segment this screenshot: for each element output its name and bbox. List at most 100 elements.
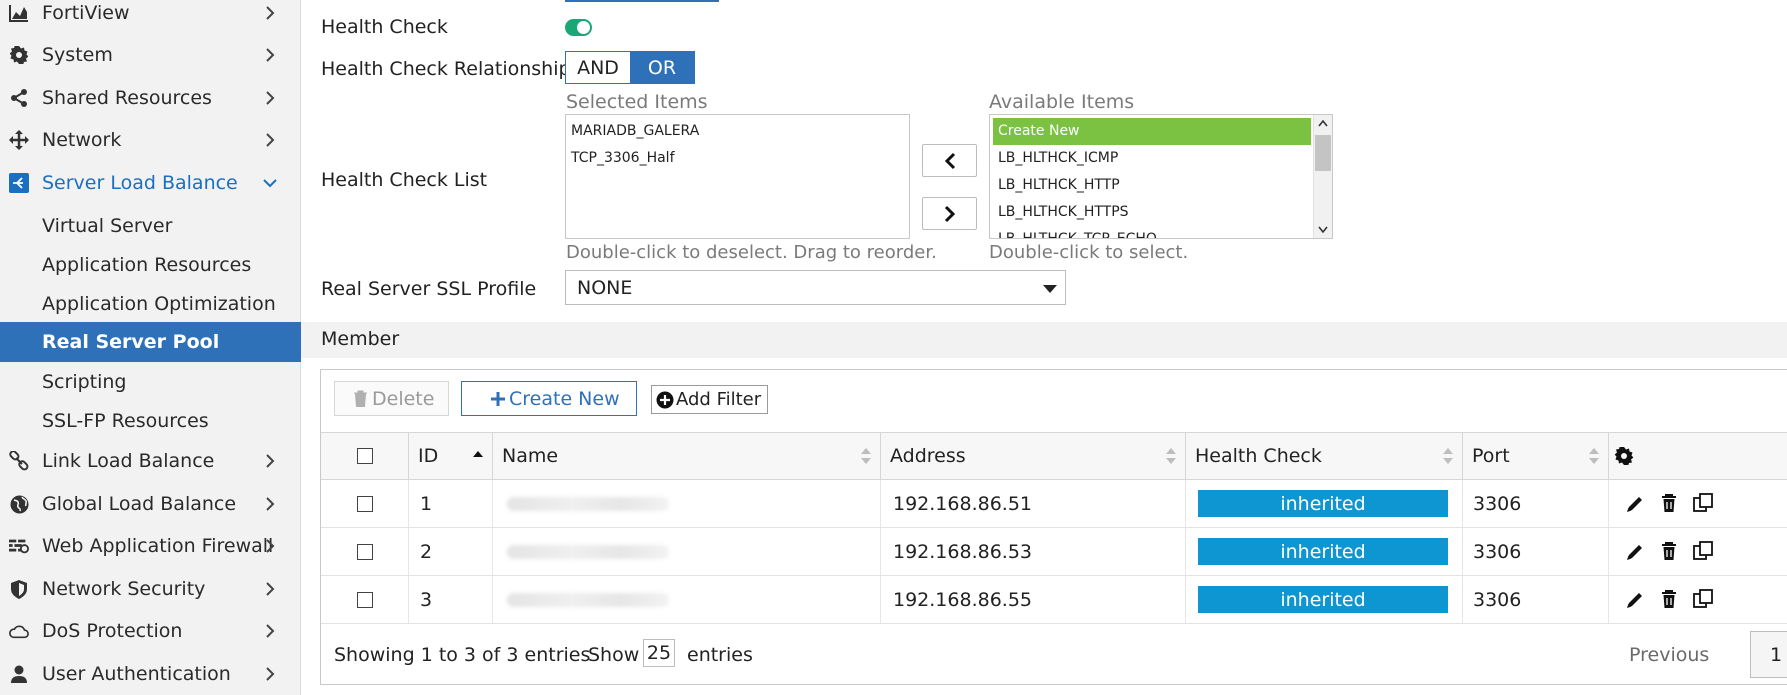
sidebar-item-link-load-balance[interactable]: Link Load Balance <box>0 440 301 482</box>
chevron-right-icon <box>266 624 275 638</box>
list-item[interactable]: TCP_3306_Half <box>566 145 909 172</box>
row-actions <box>1609 528 1787 575</box>
row-checkbox[interactable] <box>357 543 373 560</box>
sidebar-item-application-resources[interactable]: Application Resources <box>0 245 301 284</box>
sidebar-item-network-security[interactable]: Network Security <box>0 568 301 610</box>
add-filter-button[interactable]: Add Filter <box>651 385 768 414</box>
column-header-port[interactable]: Port <box>1463 433 1609 479</box>
list-scrollbar[interactable] <box>1313 115 1332 238</box>
share-icon <box>9 88 29 108</box>
page-1-button[interactable]: 1 <box>1750 631 1787 678</box>
column-header-id[interactable]: ID <box>409 433 493 479</box>
sidebar-item-fortiview[interactable]: FortiView <box>0 0 301 34</box>
row-actions <box>1609 480 1787 527</box>
delete-button[interactable]: Delete <box>334 381 449 416</box>
sidebar-item-label: Application Optimization <box>42 292 276 315</box>
row-port: 3306 <box>1463 480 1609 527</box>
list-item[interactable]: MARIADB_GALERA <box>566 118 909 145</box>
select-all-checkbox[interactable] <box>357 448 373 464</box>
chevron-right-icon <box>266 91 275 105</box>
sidebar-item-label: Network Security <box>42 578 206 600</box>
trash-icon <box>354 390 367 407</box>
sidebar-item-ssl-fp-resources[interactable]: SSL-FP Resources <box>0 401 301 440</box>
selected-items-list[interactable]: MARIADB_GALERA TCP_3306_Half <box>565 114 910 239</box>
row-checkbox[interactable] <box>357 591 373 608</box>
sidebar-item-label: Shared Resources <box>42 87 212 109</box>
sidebar-item-application-optimization[interactable]: Application Optimization <box>0 284 301 323</box>
row-checkbox[interactable] <box>357 495 373 512</box>
column-header-label: Health Check <box>1195 445 1322 467</box>
ssl-profile-label: Real Server SSL Profile <box>321 278 537 300</box>
available-items-list[interactable]: Create New LB_HLTHCK_ICMP LB_HLTHCK_HTTP… <box>989 114 1333 239</box>
cloud-icon <box>9 621 29 641</box>
delete-icon[interactable] <box>1657 588 1681 612</box>
ssl-profile-select[interactable]: NONE <box>565 270 1066 305</box>
sidebar-item-virtual-server[interactable]: Virtual Server <box>0 206 301 245</box>
move-right-button[interactable] <box>922 197 977 230</box>
table-row[interactable]: 2 192.168.86.53 inherited 3306 <box>321 528 1787 576</box>
sidebar-item-server-load-balance[interactable]: Server Load Balance <box>0 162 301 204</box>
clone-icon[interactable] <box>1691 492 1715 516</box>
selected-items-title: Selected Items <box>566 91 708 113</box>
column-header-address[interactable]: Address <box>881 433 1186 479</box>
select-all-cell <box>321 433 409 479</box>
previous-page-button[interactable]: Previous <box>1629 644 1709 666</box>
column-header-label: Address <box>890 445 966 467</box>
redacted-name <box>507 592 669 607</box>
list-item[interactable]: LB_HLTHCK_TCP_ECHO <box>993 226 1311 238</box>
sidebar-item-label: Scripting <box>42 370 127 393</box>
move-left-button[interactable] <box>922 144 977 177</box>
edit-icon[interactable] <box>1623 540 1647 564</box>
column-header-name[interactable]: Name <box>493 433 881 479</box>
health-check-label: Health Check <box>321 16 448 38</box>
add-filter-button-label: Add Filter <box>676 389 762 410</box>
sort-asc-icon <box>473 451 483 457</box>
sidebar-item-dos-protection[interactable]: DoS Protection <box>0 610 301 652</box>
table-row[interactable]: 3 192.168.86.55 inherited 3306 <box>321 576 1787 624</box>
list-item[interactable]: LB_HLTHCK_HTTP <box>993 172 1311 199</box>
sidebar-item-web-application-firewall[interactable]: Web Application Firewall <box>0 525 301 567</box>
health-check-toggle[interactable] <box>565 19 592 36</box>
list-item[interactable]: LB_HLTHCK_HTTPS <box>993 199 1311 226</box>
edit-icon[interactable] <box>1623 588 1647 612</box>
row-actions <box>1609 576 1787 623</box>
edit-icon[interactable] <box>1623 492 1647 516</box>
delete-button-label: Delete <box>372 387 435 410</box>
plus-icon <box>491 391 505 406</box>
gear-icon <box>9 45 29 65</box>
table-header: ID Name Address Health Check Port <box>321 432 1787 480</box>
sidebar-item-network[interactable]: Network <box>0 119 301 161</box>
scroll-up-icon[interactable] <box>1318 119 1328 127</box>
sidebar-item-real-server-pool[interactable]: Real Server Pool <box>0 322 301 362</box>
row-port: 3306 <box>1463 576 1609 623</box>
sidebar-item-shared-resources[interactable]: Shared Resources <box>0 77 301 119</box>
relationship-or-option[interactable]: OR <box>630 52 694 83</box>
delete-icon[interactable] <box>1657 492 1681 516</box>
chevron-right-icon <box>944 205 955 222</box>
list-item[interactable]: LB_HLTHCK_ICMP <box>993 145 1311 172</box>
row-id: 3 <box>409 576 493 623</box>
sidebar-item-scripting[interactable]: Scripting <box>0 362 301 401</box>
sidebar-item-user-authentication[interactable]: User Authentication <box>0 653 301 695</box>
available-items-title: Available Items <box>989 91 1135 113</box>
relationship-and-option[interactable]: AND <box>566 52 630 83</box>
sidebar-item-system[interactable]: System <box>0 34 301 76</box>
sidebar-item-global-load-balance[interactable]: Global Load Balance <box>0 483 301 525</box>
list-item[interactable]: Create New <box>993 118 1311 145</box>
gear-icon[interactable] <box>1615 447 1633 465</box>
sort-icon <box>1443 448 1453 464</box>
scroll-down-icon[interactable] <box>1318 226 1328 234</box>
page-size-input[interactable]: 25 <box>643 639 675 667</box>
column-header-health-check[interactable]: Health Check <box>1186 433 1463 479</box>
showing-entries-text: Showing 1 to 3 of 3 entries <box>334 644 591 666</box>
create-new-button-label: Create New <box>509 387 620 410</box>
clone-icon[interactable] <box>1691 540 1715 564</box>
create-new-button[interactable]: Create New <box>461 381 637 416</box>
delete-icon[interactable] <box>1657 540 1681 564</box>
sort-icon <box>1166 448 1176 464</box>
clone-icon[interactable] <box>1691 588 1715 612</box>
table-row[interactable]: 1 192.168.86.51 inherited 3306 <box>321 480 1787 528</box>
ssl-profile-value: NONE <box>577 277 633 299</box>
chevron-right-icon <box>266 667 275 681</box>
plus-circle-icon <box>656 391 674 408</box>
